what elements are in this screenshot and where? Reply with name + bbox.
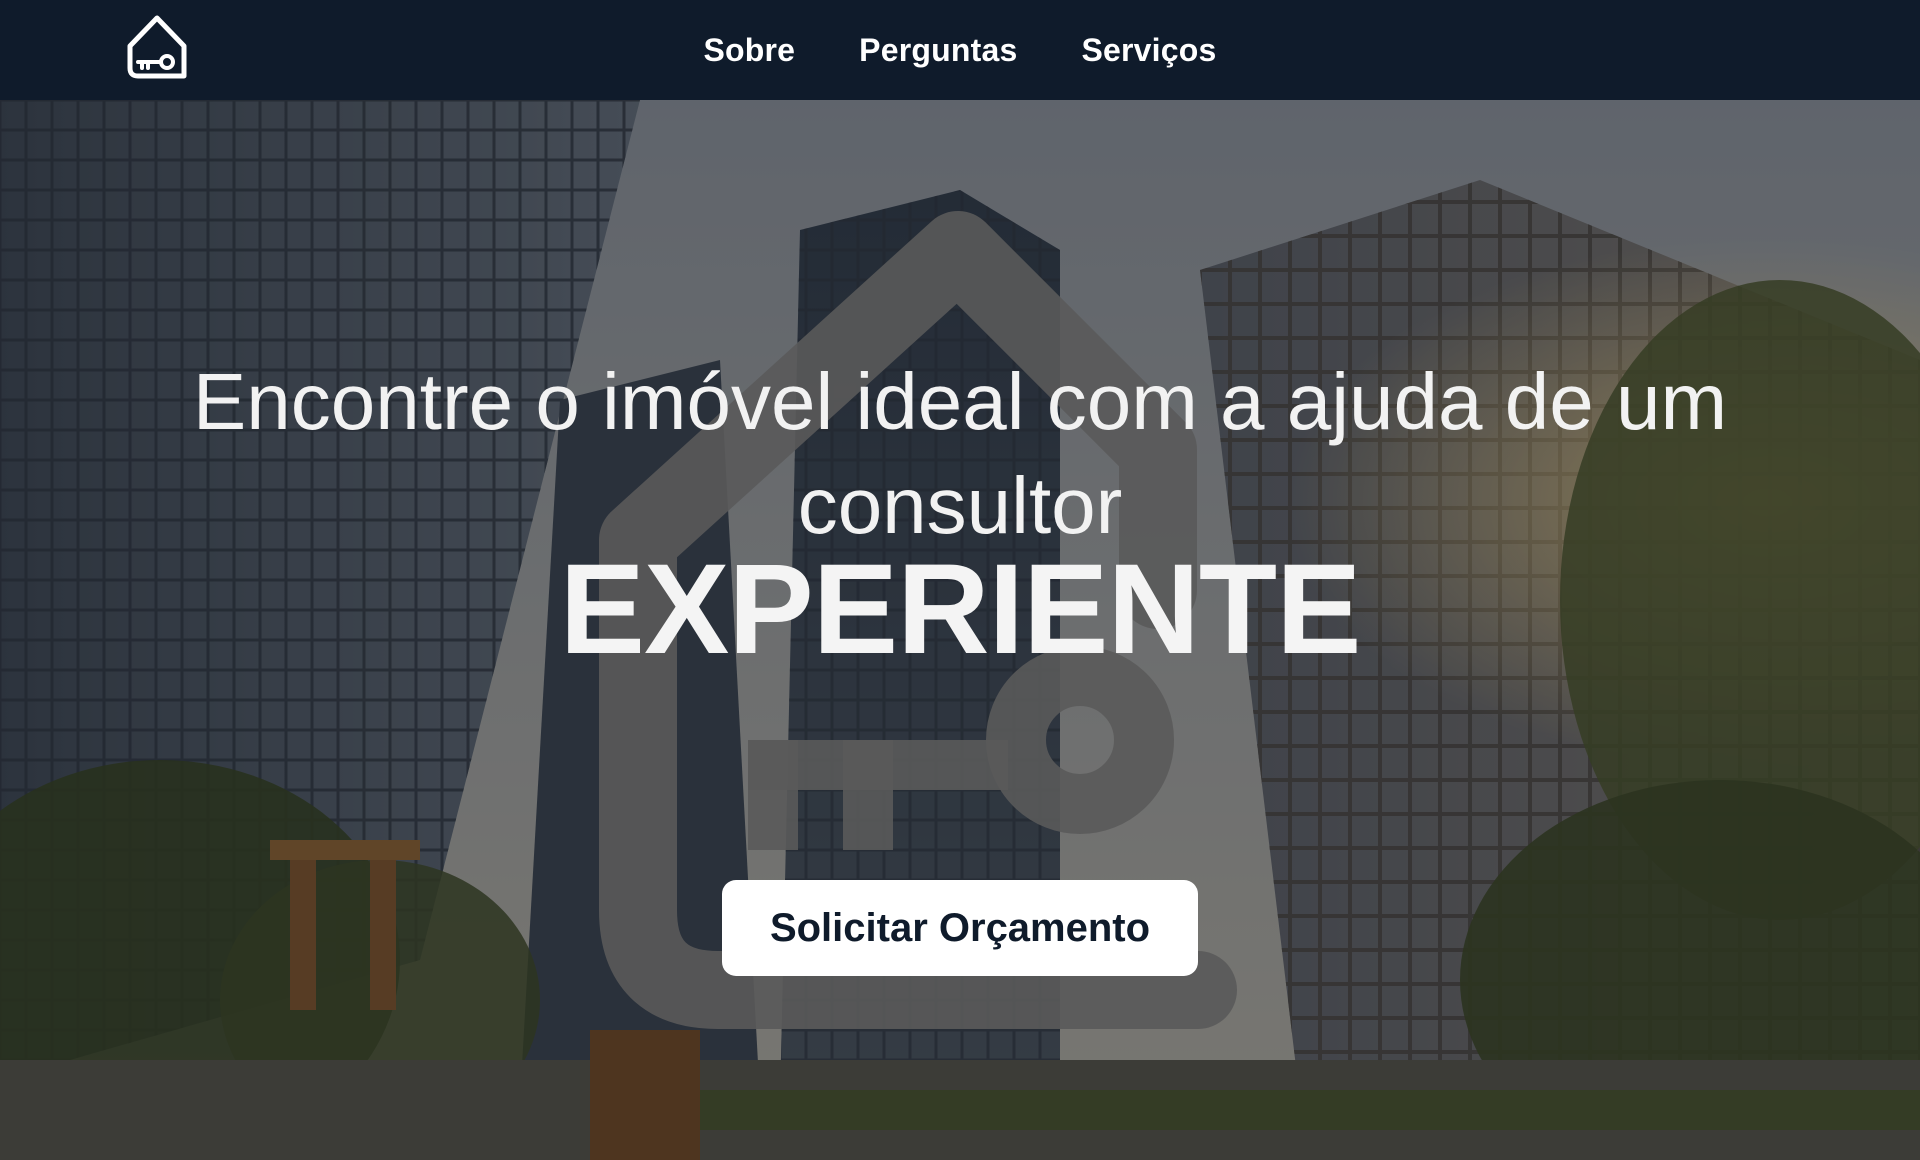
top-navbar: Sobre Perguntas Serviços xyxy=(0,0,1920,100)
landing-page: Sobre Perguntas Serviços Encontre o imóv… xyxy=(0,0,1920,1160)
hero-headline: Encontre o imóvel ideal com a ajuda de u… xyxy=(192,357,1728,550)
hero-section: Encontre o imóvel ideal com a ajuda de u… xyxy=(0,100,1920,1160)
nav-link-perguntas[interactable]: Perguntas xyxy=(859,32,1017,69)
hero-highlight: EXPERIENTE xyxy=(559,538,1362,681)
nav-link-servicos[interactable]: Serviços xyxy=(1081,32,1216,69)
request-quote-button[interactable]: Solicitar Orçamento xyxy=(722,880,1198,976)
main-nav: Sobre Perguntas Serviços xyxy=(0,0,1920,100)
nav-link-sobre[interactable]: Sobre xyxy=(703,32,795,69)
